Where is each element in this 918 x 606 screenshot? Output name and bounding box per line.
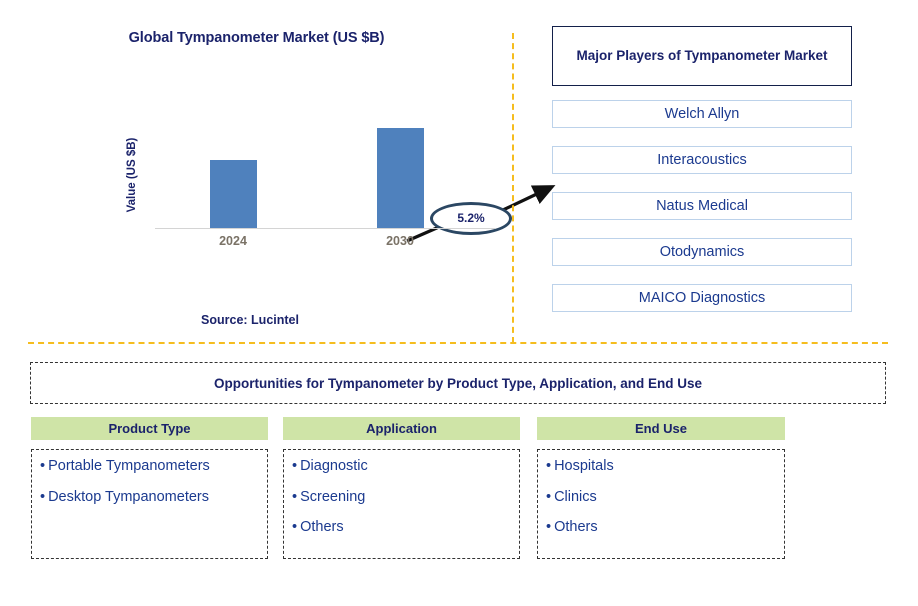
infographic-root: Global Tympanometer Market (US $B) Value… [0, 0, 918, 606]
segment-list-item: • Clinics [546, 488, 776, 505]
segment-body: • Hospitals • Clinics • Others [537, 449, 785, 559]
segment-item-label: Clinics [554, 488, 597, 505]
major-players-list: Welch Allyn Interacoustics Natus Medical… [552, 100, 852, 312]
segment-column-application: Application • Diagnostic • Screening • Othe… [283, 417, 520, 559]
segment-header: Application [283, 417, 520, 440]
major-players-header: Major Players of Tympanometer Market [552, 26, 852, 86]
bar-2024 [210, 160, 257, 228]
player-item: Welch Allyn [552, 100, 852, 128]
segment-item-label: Others [300, 519, 344, 535]
segment-item-label: Screening [300, 488, 366, 505]
segment-item-label: Others [554, 519, 598, 535]
segment-list-item: • Others [292, 520, 511, 535]
cagr-value: 5.2% [457, 211, 485, 225]
bullet-icon: • [292, 519, 298, 535]
chart-title: Global Tympanometer Market (US $B) [128, 30, 385, 46]
plot-area: 5.2% [155, 95, 556, 243]
player-item: Natus Medical [552, 192, 852, 220]
major-players-panel: Major Players of Tympanometer Market Wel… [552, 26, 852, 330]
bullet-icon: • [546, 488, 552, 505]
segment-list-item: • Screening [292, 488, 511, 505]
bullet-icon: • [546, 519, 552, 535]
x-tick-2024: 2024 [219, 234, 247, 248]
y-axis-label: Value (US $B) [126, 137, 138, 213]
bullet-icon: • [40, 488, 46, 505]
segment-header: End Use [537, 417, 785, 440]
vertical-divider [512, 33, 514, 343]
segment-item-label: Desktop Tympanometers [48, 488, 209, 505]
bullet-icon: • [292, 458, 298, 474]
market-chart-panel: Global Tympanometer Market (US $B) Value… [0, 0, 556, 342]
segment-list-item: • Diagnostic [292, 459, 511, 474]
segment-item-label: Portable Tympanometers [48, 458, 210, 474]
x-tick-2030: 2030 [386, 234, 414, 248]
segment-header: Product Type [31, 417, 268, 440]
bullet-icon: • [40, 458, 46, 474]
segment-column-end-use: End Use • Hospitals • Clinics • Others [537, 417, 785, 559]
segment-item-label: Hospitals [554, 458, 614, 474]
bullet-icon: • [546, 458, 552, 474]
segment-column-product-type: Product Type • Portable Tympanometers • De… [31, 417, 268, 559]
segment-list-item: • Others [546, 520, 776, 535]
segment-list-item: • Portable Tympanometers [40, 459, 259, 474]
x-axis-line [155, 228, 495, 229]
segment-columns: Product Type • Portable Tympanometers • De… [31, 417, 887, 567]
player-item: Otodynamics [552, 238, 852, 266]
segment-list-item: • Hospitals [546, 459, 776, 474]
segment-list-item: • Desktop Tympanometers [40, 488, 259, 505]
horizontal-divider [28, 342, 888, 344]
player-item: Interacoustics [552, 146, 852, 174]
segment-body: • Diagnostic • Screening • Others [283, 449, 520, 559]
opportunities-banner: Opportunities for Tympanometer by Produc… [30, 362, 886, 404]
segment-item-label: Diagnostic [300, 458, 368, 474]
bullet-icon: • [292, 488, 298, 505]
segment-body: • Portable Tympanometers • Desktop Tympano… [31, 449, 268, 559]
source-label: Source: Lucintel [201, 313, 299, 327]
player-item: MAICO Diagnostics [552, 284, 852, 312]
